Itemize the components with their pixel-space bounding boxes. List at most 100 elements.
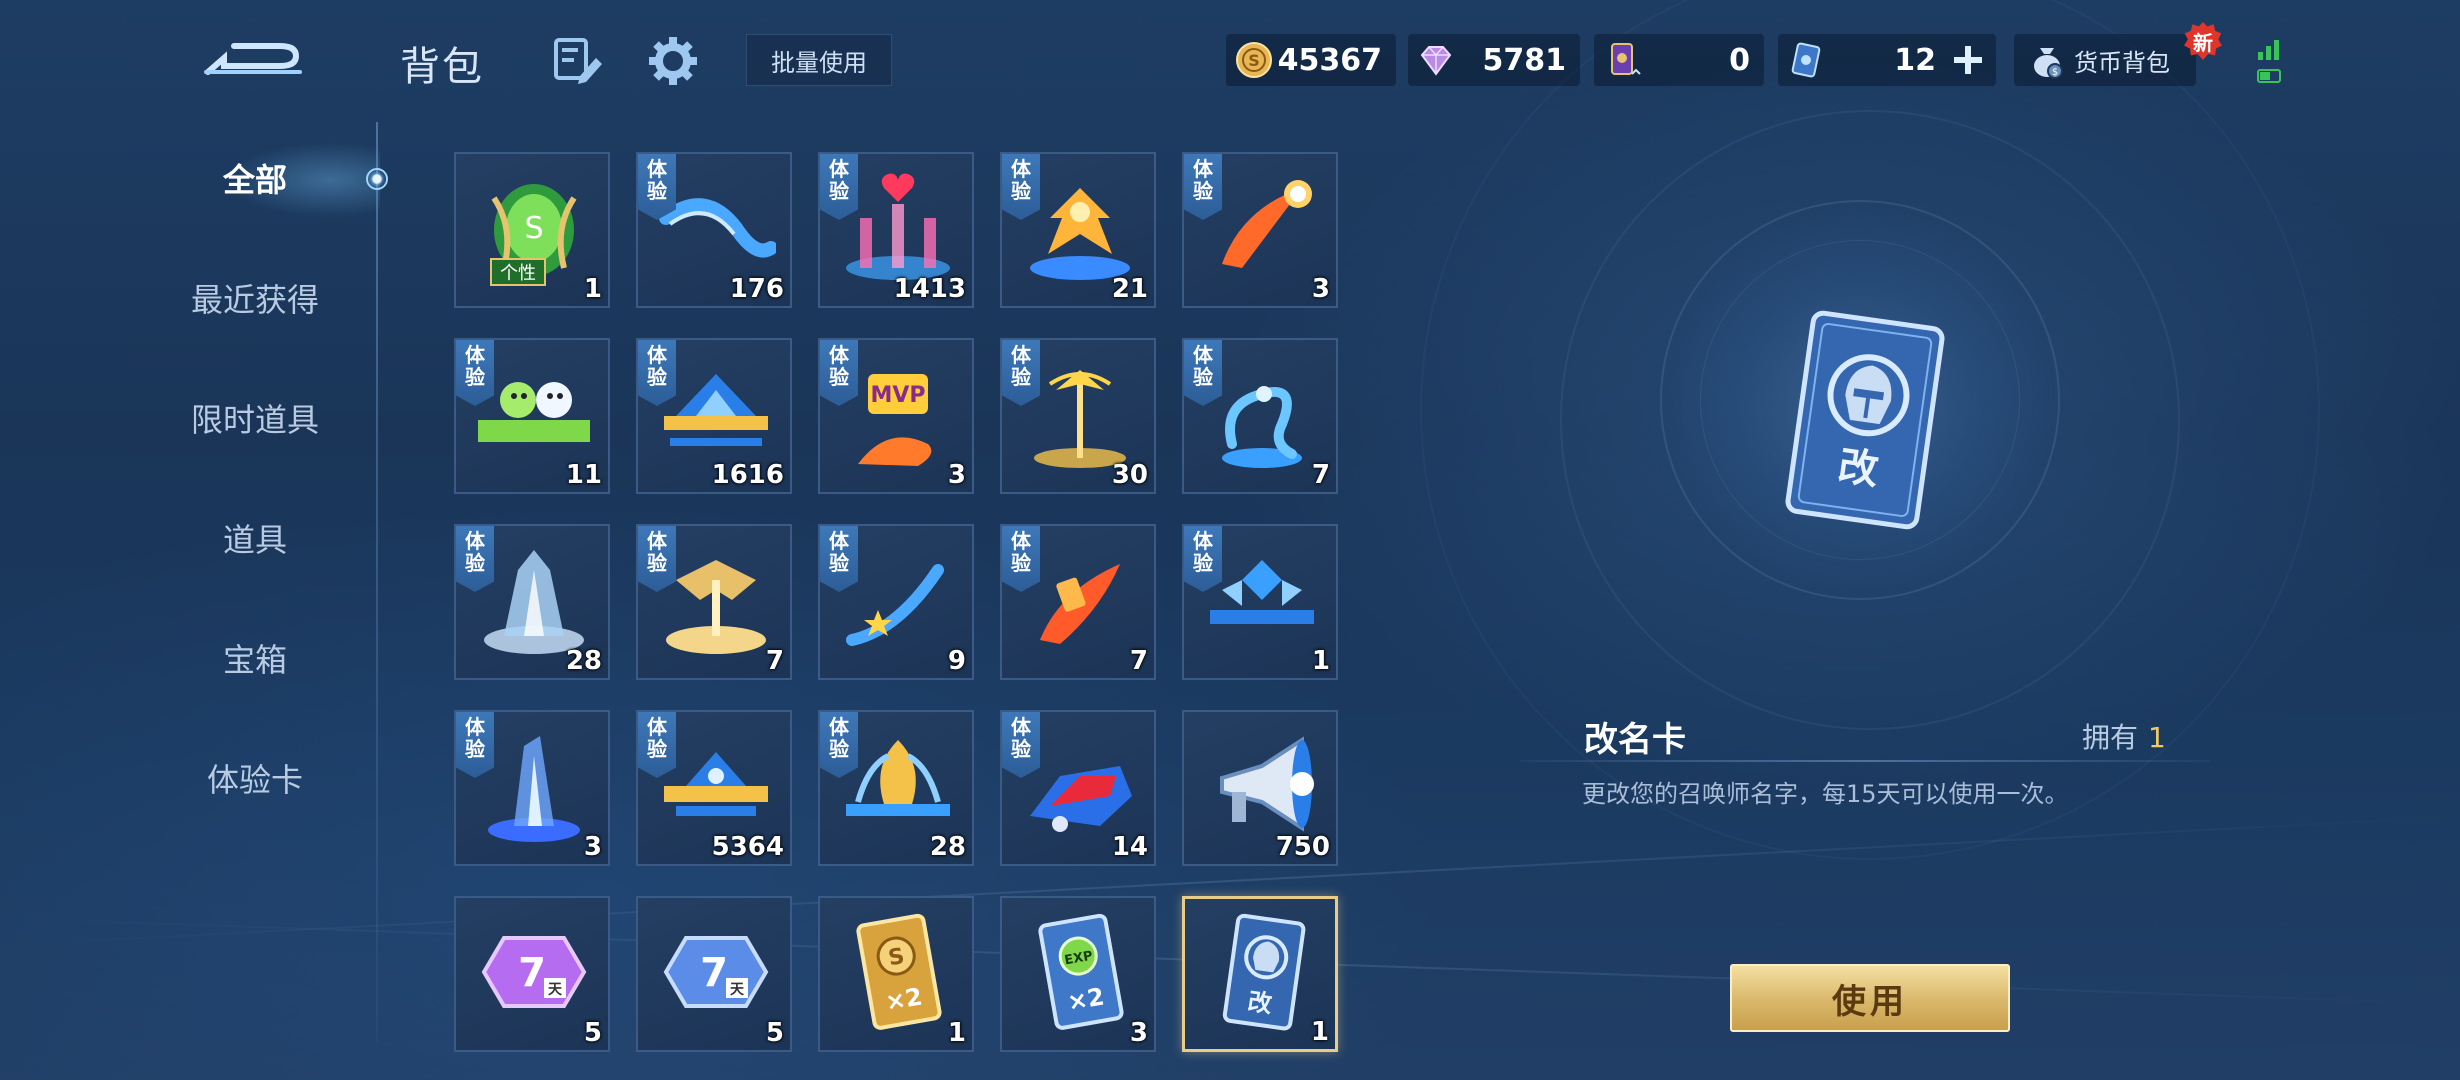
megaphone-icon: [1202, 726, 1322, 846]
inventory-slot-blue-gold-frame[interactable]: 体验 5364: [636, 710, 792, 866]
trial-tag: 体验: [456, 340, 494, 406]
inventory-slot-golden-feather-frame[interactable]: 体验 28: [818, 710, 974, 866]
gold-amount: 45367: [1277, 42, 1382, 78]
inventory-slot-exp-x2-card[interactable]: EXP ×2 3: [1000, 896, 1156, 1052]
back-arrow-icon: [204, 43, 302, 75]
sidebar-item-trial-cards[interactable]: 体验卡: [150, 748, 360, 808]
inventory-slot-heart-fountain[interactable]: 体验 1413: [818, 152, 974, 308]
rename-card-large-icon: 改: [1780, 310, 1950, 530]
inventory-slot-purple-7day-card[interactable]: 7 天5: [454, 896, 610, 1052]
item-count: 3: [1129, 1018, 1148, 1048]
trial-tag: 体验: [1002, 712, 1040, 778]
trial-tag: 体验: [820, 712, 858, 778]
sidebar-item-all[interactable]: 全部: [150, 148, 360, 208]
item-count: 7: [1311, 460, 1330, 490]
inventory-slot-blue-crown-frame[interactable]: 体验 1616: [636, 338, 792, 494]
batch-use-button[interactable]: 批量使用: [746, 34, 892, 86]
card-number-label: 7: [518, 950, 546, 996]
item-count: 28: [929, 832, 966, 862]
use-button[interactable]: 使用: [1730, 964, 2010, 1032]
inventory-slot-crystal-throne[interactable]: 体验 28: [454, 524, 610, 680]
item-count: 176: [729, 274, 784, 304]
item-count: 1: [583, 274, 602, 304]
ticket-amount: 12: [1894, 42, 1936, 78]
item-count: 3: [947, 460, 966, 490]
page-title: 背包: [400, 44, 484, 90]
inventory-slot-megaphone[interactable]: 750: [1182, 710, 1338, 866]
item-count: 5: [583, 1018, 602, 1048]
svg-text:S: S: [1248, 51, 1260, 70]
trial-tag: 体验: [1002, 526, 1040, 592]
card-number-label: 7: [700, 950, 728, 996]
inventory-slot-blue-trail[interactable]: 体验 176: [636, 152, 792, 308]
trial-tag: 体验: [638, 154, 676, 220]
add-currency-plus-icon[interactable]: [1950, 42, 1986, 78]
currency-gold: S 45367: [1226, 34, 1396, 86]
sidebar-item-limited-time[interactable]: 限时道具: [150, 388, 360, 448]
currency-card-token: 0: [1594, 34, 1764, 86]
inventory-slot-mvp-effect[interactable]: MVP 体验 3: [818, 338, 974, 494]
inventory-slot-star-trail[interactable]: 体验 9: [818, 524, 974, 680]
inventory-slot-golden-phoenix[interactable]: 体验 21: [1000, 152, 1156, 308]
inventory-slot-green-leaf-orb[interactable]: S 个性 1: [454, 152, 610, 308]
card-rename-label: 改: [1246, 987, 1274, 1018]
edit-icon[interactable]: [550, 34, 604, 88]
currency-wallet-button[interactable]: $ 货币背包: [2014, 34, 2196, 86]
settings-gear-icon[interactable]: [646, 34, 700, 88]
trial-tag: 体验: [638, 340, 676, 406]
owned-label: 拥有: [2082, 721, 2139, 754]
item-count: 14: [1111, 832, 1148, 862]
svg-text:MVP: MVP: [870, 383, 925, 408]
diamond-amount: 5781: [1482, 42, 1567, 78]
sidebar-active-indicator: [366, 168, 388, 190]
purple-7day-card-icon: 7 天: [474, 912, 594, 1032]
item-count: 3: [1311, 274, 1330, 304]
sidebar-item-recent[interactable]: 最近获得: [150, 268, 360, 328]
card-day-label: 天: [548, 982, 563, 998]
inventory-slot-blue-7day-card[interactable]: 7 天5: [636, 896, 792, 1052]
item-count: 7: [1129, 646, 1148, 676]
inventory-slot-rename-card[interactable]: 改1: [1182, 896, 1338, 1052]
svg-text:$: $: [2052, 67, 2058, 78]
blue-7day-card-icon: 7 天: [656, 912, 776, 1032]
detail-card-label: 改: [1835, 443, 1881, 494]
sidebar-divider: [376, 122, 378, 1042]
inventory-slot-blue-wing-emblem[interactable]: 体验 1: [1182, 524, 1338, 680]
item-count: 30: [1111, 460, 1148, 490]
trial-tag: 体验: [820, 526, 858, 592]
item-count: 1: [947, 1018, 966, 1048]
signal-battery-icon: [2254, 36, 2290, 88]
wallet-label: 货币背包: [2074, 48, 2170, 77]
sidebar-item-items[interactable]: 道具: [150, 508, 360, 568]
owned-number: 1: [2148, 721, 2166, 754]
inventory-slot-golden-wings-platform[interactable]: 体验 7: [636, 524, 792, 680]
item-count: 21: [1111, 274, 1148, 304]
card-token-amount: 0: [1729, 42, 1750, 78]
inventory-slot-fire-comet[interactable]: 体验 3: [1182, 152, 1338, 308]
item-count: 1: [1310, 1017, 1329, 1047]
inventory-slot-gold-x2-card[interactable]: S ×2 1: [818, 896, 974, 1052]
inventory-slot-blue-dragon[interactable]: 体验 7: [1182, 338, 1338, 494]
svg-text:S: S: [524, 211, 543, 246]
trial-tag: 体验: [456, 712, 494, 778]
inventory-slot-red-slash[interactable]: 体验 7: [1000, 524, 1156, 680]
money-bag-icon: $: [2034, 48, 2063, 79]
item-count: 7: [765, 646, 784, 676]
item-count: 11: [565, 460, 602, 490]
inventory-slot-red-blue-car[interactable]: 体验 14: [1000, 710, 1156, 866]
detail-divider: [1520, 760, 2210, 762]
inventory-slot-golden-figure[interactable]: 体验 30: [1000, 338, 1156, 494]
inventory-slot-green-creatures-banner[interactable]: 体验 11: [454, 338, 610, 494]
sidebar-item-chests[interactable]: 宝箱: [150, 628, 360, 688]
item-count: 1: [1311, 646, 1330, 676]
trial-tag: 体验: [1184, 340, 1222, 406]
trial-tag: 体验: [820, 154, 858, 220]
inventory-slot-blue-crystal-beam[interactable]: 体验 3: [454, 710, 610, 866]
back-button[interactable]: [200, 28, 310, 88]
item-count: 5364: [711, 832, 784, 862]
trial-tag: 体验: [1002, 340, 1040, 406]
item-count: 3: [583, 832, 602, 862]
trial-tag: 体验: [456, 526, 494, 592]
personality-label: 个性: [490, 258, 546, 286]
gold-x2-card-icon: S ×2: [838, 912, 958, 1032]
